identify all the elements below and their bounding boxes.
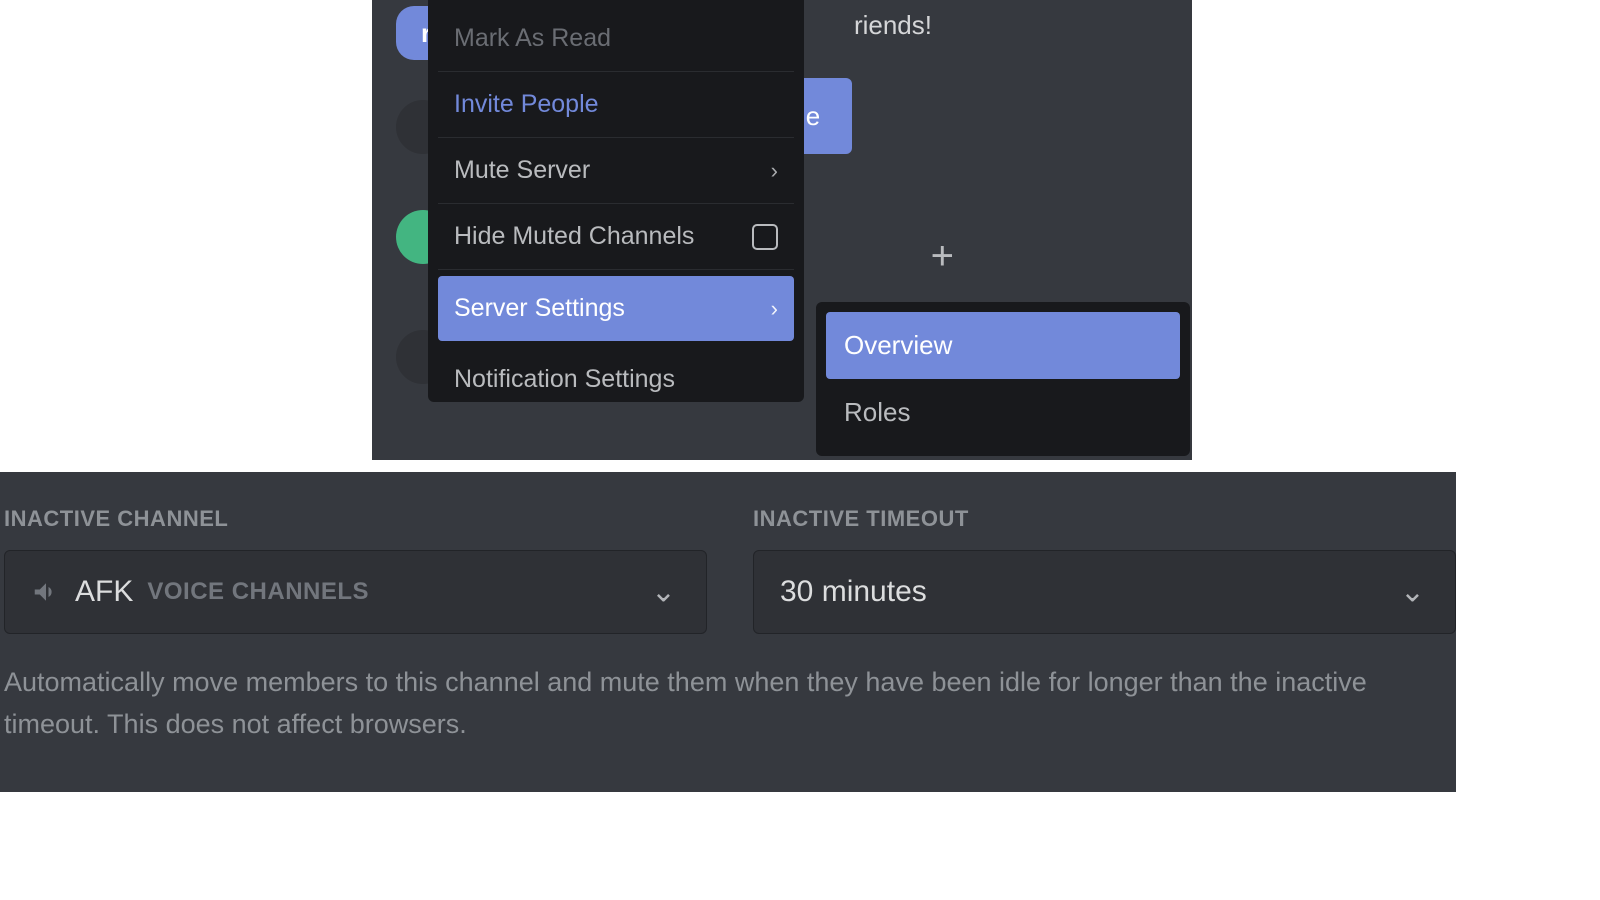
speaker-icon <box>31 577 61 607</box>
menu-mute-server[interactable]: Mute Server › <box>438 138 794 204</box>
menu-hide-muted-channels[interactable]: Hide Muted Channels <box>438 204 794 270</box>
inactive-channel-name: AFK <box>75 575 133 609</box>
inactive-channel-category: VOICE CHANNELS <box>147 578 369 606</box>
inactive-timeout-label: INACTIVE TIMEOUT <box>753 506 1456 532</box>
create-channel-plus-icon[interactable]: + <box>931 234 954 279</box>
menu-server-settings[interactable]: Server Settings › <box>438 276 794 341</box>
server-context-menu: Mark As Read Invite People Mute Server ›… <box>428 0 804 402</box>
inactive-timeout-select[interactable]: 30 minutes ⌄ <box>753 550 1456 634</box>
server-context-area: r riends! e + Mark As Read Invite People… <box>372 0 1192 460</box>
inactive-timeout-setting: INACTIVE TIMEOUT 30 minutes ⌄ <box>753 506 1456 634</box>
inactive-timeout-value: 30 minutes <box>780 575 927 609</box>
inactive-channel-label: INACTIVE CHANNEL <box>4 506 707 532</box>
inactive-help-text: Automatically move members to this chann… <box>0 662 1456 746</box>
chevron-right-icon: › <box>771 296 778 322</box>
chevron-right-icon: › <box>771 158 778 184</box>
overview-settings-panel: INACTIVE CHANNEL AFK VOICE CHANNELS ⌄ IN… <box>0 472 1456 792</box>
inactive-channel-setting: INACTIVE CHANNEL AFK VOICE CHANNELS ⌄ <box>0 506 707 634</box>
submenu-overview[interactable]: Overview <box>826 312 1180 379</box>
menu-mark-as-read: Mark As Read <box>438 6 794 72</box>
server-settings-submenu: Overview Roles <box>816 302 1190 456</box>
submenu-roles[interactable]: Roles <box>826 379 1180 446</box>
menu-invite-people[interactable]: Invite People <box>438 72 794 138</box>
chevron-down-icon: ⌄ <box>1400 575 1425 610</box>
checkbox-unchecked-icon[interactable] <box>752 224 778 250</box>
menu-notification-settings[interactable]: Notification Settings <box>438 347 794 400</box>
inactive-channel-select[interactable]: AFK VOICE CHANNELS ⌄ <box>4 550 707 634</box>
chevron-down-icon: ⌄ <box>651 575 676 610</box>
welcome-text-fragment: riends! <box>854 10 932 41</box>
